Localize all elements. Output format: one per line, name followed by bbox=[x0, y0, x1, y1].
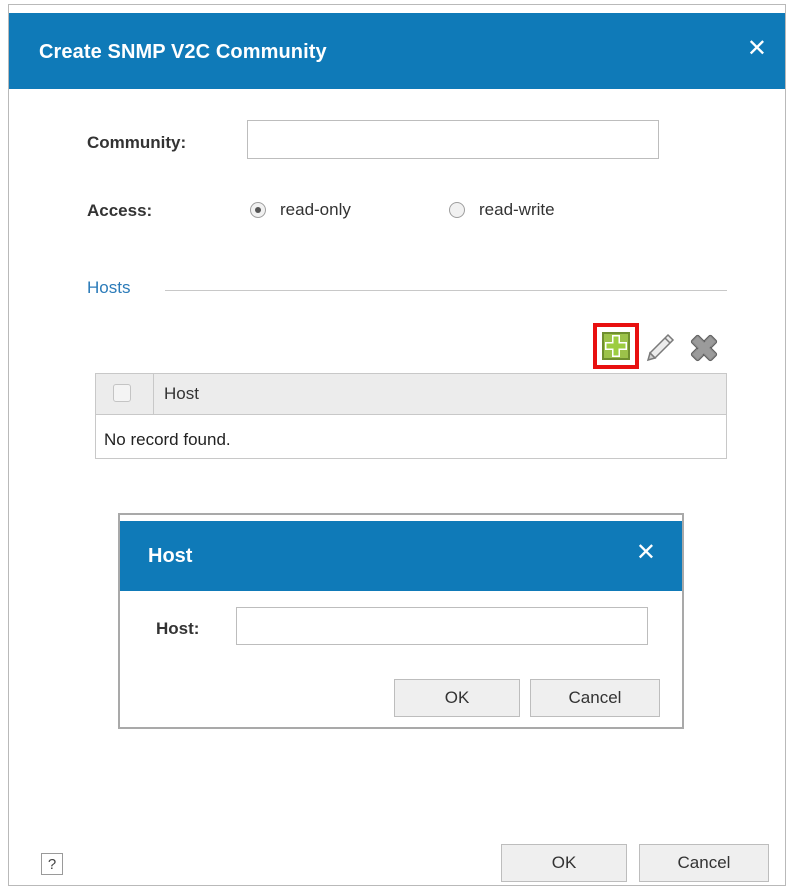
radio-read-write[interactable]: read-write bbox=[449, 200, 555, 220]
ok-button[interactable]: OK bbox=[501, 844, 627, 882]
table-header: Host bbox=[96, 374, 726, 415]
radio-read-only-indicator[interactable] bbox=[250, 202, 266, 218]
radio-read-only-label: read-only bbox=[280, 200, 351, 219]
select-all-cell bbox=[96, 374, 154, 414]
cancel-button[interactable]: Cancel bbox=[639, 844, 769, 882]
create-snmp-community-dialog: Create SNMP V2C Community ✕ Community: A… bbox=[8, 4, 786, 886]
hosts-section-title: Hosts bbox=[87, 278, 131, 297]
empty-table-message: No record found. bbox=[104, 430, 231, 449]
host-input[interactable] bbox=[236, 607, 648, 645]
dialog-titlebar: Create SNMP V2C Community ✕ bbox=[9, 13, 785, 89]
radio-read-only[interactable]: read-only bbox=[250, 200, 351, 220]
close-icon[interactable]: ✕ bbox=[636, 541, 656, 565]
host-ok-button[interactable]: OK bbox=[394, 679, 520, 717]
hosts-table: Host No record found. bbox=[95, 373, 727, 459]
access-label: Access: bbox=[87, 201, 153, 220]
pencil-icon bbox=[646, 333, 675, 362]
host-label: Host: bbox=[156, 619, 200, 638]
host-dialog-title: Host bbox=[148, 545, 193, 567]
community-input[interactable] bbox=[247, 120, 659, 159]
column-header-host[interactable]: Host bbox=[164, 384, 199, 404]
host-dialog: Host ✕ Host: OK Cancel bbox=[118, 513, 684, 729]
community-label: Community: bbox=[87, 133, 187, 152]
radio-read-write-indicator[interactable] bbox=[449, 202, 465, 218]
help-button[interactable]: ? bbox=[41, 853, 63, 875]
radio-read-write-label: read-write bbox=[479, 200, 555, 219]
edit-host-button[interactable] bbox=[643, 331, 677, 365]
delete-host-button[interactable] bbox=[687, 331, 721, 365]
delete-icon bbox=[690, 334, 718, 362]
hosts-section-divider bbox=[165, 290, 727, 291]
select-all-checkbox[interactable] bbox=[113, 384, 131, 402]
host-dialog-titlebar: Host ✕ bbox=[120, 521, 682, 591]
close-icon[interactable]: ✕ bbox=[747, 37, 767, 61]
add-icon bbox=[602, 332, 630, 360]
dialog-title: Create SNMP V2C Community bbox=[39, 41, 327, 63]
host-cancel-button[interactable]: Cancel bbox=[530, 679, 660, 717]
add-host-button[interactable] bbox=[593, 323, 639, 369]
